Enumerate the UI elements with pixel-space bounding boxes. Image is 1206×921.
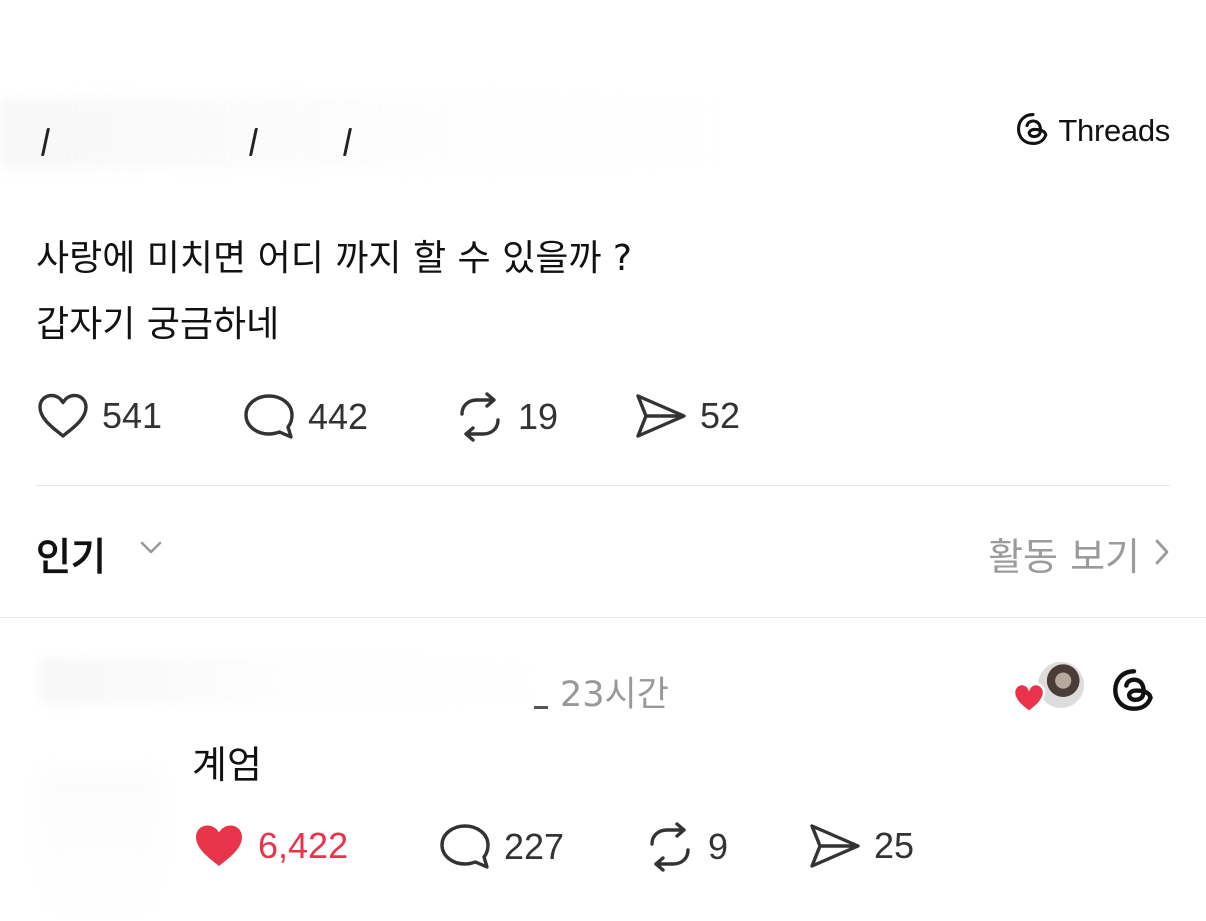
reply-timestamp: 23시간 (560, 675, 669, 715)
comment-icon (242, 392, 296, 442)
chevron-down-icon[interactable] (140, 540, 162, 559)
reply-action-bar: 6,422 227 9 25 (192, 822, 992, 872)
like-button[interactable]: 541 (36, 392, 162, 440)
repost-icon (644, 822, 696, 872)
reply-author-redacted (40, 658, 540, 704)
sort-dropdown[interactable]: 인기 (36, 526, 106, 581)
threads-brand[interactable]: Threads (1016, 112, 1170, 150)
divider (36, 485, 1170, 486)
author-name-redacted (0, 98, 720, 168)
heart-icon (192, 822, 246, 870)
heart-icon (36, 392, 90, 440)
repost-count: 9 (708, 826, 729, 867)
post-text: 사랑에 미치면 어디 까지 할 수 있을까 ? 갑자기 궁금하네 (36, 226, 1166, 358)
reply-count: 442 (308, 396, 369, 437)
share-button[interactable]: 52 (634, 392, 740, 440)
reply-avatar-redacted (40, 770, 160, 910)
reply-author-glyph (534, 706, 548, 709)
comment-icon (438, 822, 492, 872)
like-button[interactable]: 6,422 (192, 822, 348, 870)
reply-button[interactable]: 227 (438, 822, 564, 872)
threads-icon (1016, 112, 1050, 150)
heart-icon (1012, 682, 1046, 714)
view-activity-link[interactable]: 활동 보기 (988, 526, 1170, 581)
send-icon (634, 392, 688, 440)
reply-text: 계엄 (192, 743, 262, 787)
post-text-line: 갑자기 궁금하네 (36, 304, 280, 345)
chevron-right-icon (1154, 538, 1170, 570)
reply-count: 227 (504, 826, 565, 867)
reply-item[interactable]: 23시간 계엄 6,422 227 9 25 (0, 640, 1206, 921)
threads-wordmark: Threads (1058, 113, 1170, 148)
share-count: 52 (700, 395, 741, 436)
share-button[interactable]: 25 (808, 822, 914, 870)
share-count: 25 (874, 825, 915, 866)
post-text-line: 사랑에 미치면 어디 까지 할 수 있을까 ? (36, 238, 633, 279)
threads-icon[interactable] (1112, 668, 1156, 712)
divider (0, 617, 1206, 618)
author-liked-indicator (1012, 662, 1084, 716)
repost-icon (454, 392, 506, 442)
view-activity-label: 활동 보기 (988, 535, 1140, 579)
reply-button[interactable]: 442 (242, 392, 368, 442)
replies-sort-row: 인기 활동 보기 (36, 522, 1170, 582)
like-count: 6,422 (258, 825, 349, 866)
send-icon (808, 822, 862, 870)
repost-button[interactable]: 9 (644, 822, 728, 872)
post-action-bar: 541 442 19 52 (36, 392, 836, 442)
post-header: Threads (0, 0, 1206, 190)
repost-count: 19 (518, 396, 559, 437)
like-count: 541 (102, 395, 163, 436)
repost-button[interactable]: 19 (454, 392, 558, 442)
